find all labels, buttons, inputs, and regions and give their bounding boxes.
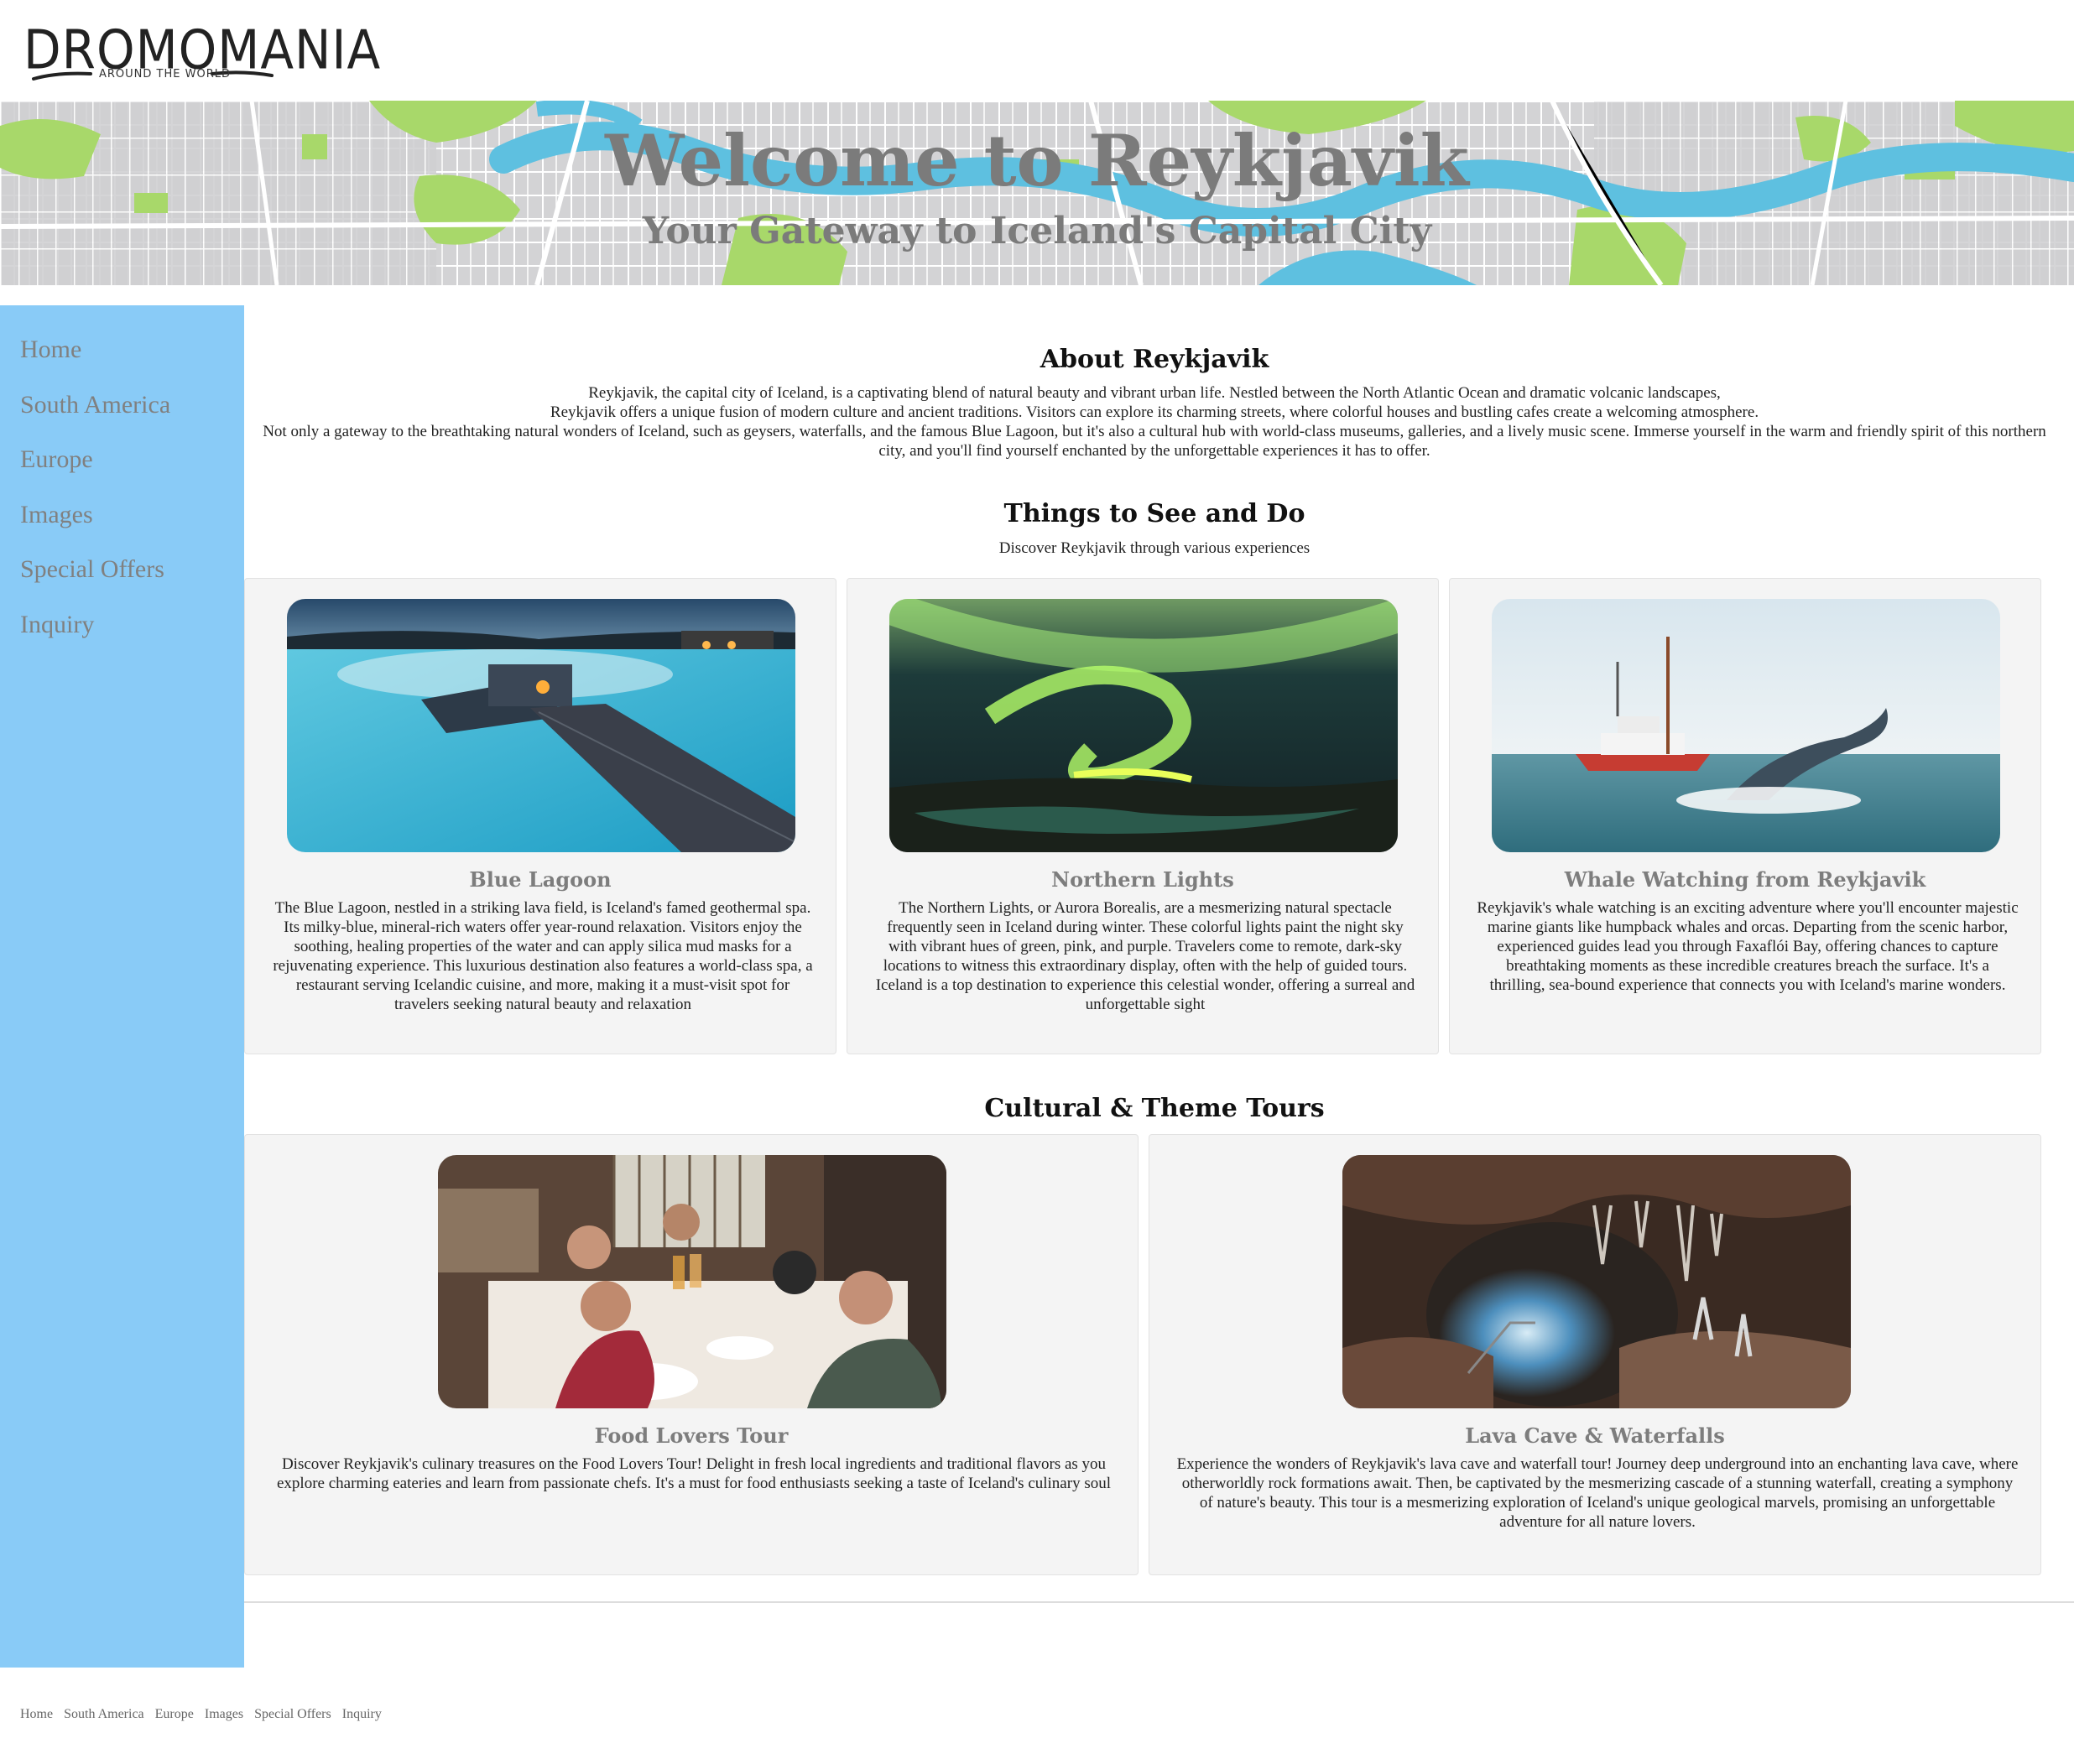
footer-link-home[interactable]: Home: [20, 1707, 53, 1721]
sidebar-item-images[interactable]: Images: [0, 487, 244, 543]
sidebar-item-special-offers[interactable]: Special Offers: [0, 542, 244, 597]
card-description: Experience the wonders of Reykjavik's la…: [1176, 1455, 2019, 1531]
food-lovers-image: [438, 1155, 946, 1408]
sidebar-item-inquiry[interactable]: Inquiry: [0, 597, 244, 653]
card-title: Northern Lights: [1051, 867, 1234, 892]
card-title: Lava Cave & Waterfalls: [1465, 1423, 1725, 1448]
sidebar-nav: Home South America Europe Images Special…: [0, 305, 244, 1668]
banner-subtitle: Your Gateway to Iceland's Capital City: [642, 210, 1432, 252]
banner-title: Welcome to Reykjavik: [605, 119, 1469, 202]
whale-watching-image: [1492, 599, 2000, 852]
card-title: Whale Watching from Reykjavik: [1564, 867, 1926, 892]
sidebar-item-home[interactable]: Home: [0, 322, 244, 377]
tours-title: Cultural & Theme Tours: [984, 1094, 1325, 1123]
things-title: Things to See and Do: [1003, 499, 1305, 528]
footer-link-south-america[interactable]: South America: [64, 1707, 144, 1721]
northern-lights-image: [889, 599, 1398, 852]
card-food-lovers-tour: Food Lovers Tour Discover Reykjavik's cu…: [244, 1134, 1139, 1575]
card-title: Food Lovers Tour: [594, 1423, 789, 1448]
card-whale-watching: Whale Watching from Reykjavik Reykjavik'…: [1449, 578, 2041, 1054]
card-title: Blue Lagoon: [469, 867, 612, 892]
about-line-3: Not only a gateway to the breathtaking n…: [263, 423, 2046, 460]
blue-lagoon-image: [287, 599, 795, 852]
footer-link-inquiry[interactable]: Inquiry: [342, 1707, 382, 1721]
card-description: The Northern Lights, or Aurora Borealis,…: [875, 899, 1415, 1013]
card-description: Reykjavik's whale watching is an excitin…: [1477, 899, 2019, 994]
sidebar-item-europe[interactable]: Europe: [0, 432, 244, 487]
card-description: Discover Reykjavik's culinary treasures …: [277, 1455, 1111, 1492]
content-divider: [244, 1601, 2074, 1603]
card-blue-lagoon: Blue Lagoon The Blue Lagoon, nestled in …: [244, 578, 836, 1054]
hero-banner: Welcome to Reykjavik Your Gateway to Ice…: [0, 101, 2074, 285]
footer-link-europe[interactable]: Europe: [155, 1707, 194, 1721]
about-title: About Reykjavik: [1040, 345, 1269, 374]
lava-cave-image: [1342, 1155, 1851, 1408]
things-subtitle: Discover Reykjavik through various exper…: [998, 539, 1311, 557]
footer-link-special-offers[interactable]: Special Offers: [254, 1707, 331, 1721]
sidebar-item-south-america[interactable]: South America: [0, 377, 244, 433]
logo-tagline: AROUND THE WORLD: [99, 68, 231, 81]
about-line-2: Reykjavik offers a unique fusion of mode…: [550, 403, 1759, 421]
brand-logo[interactable]: DROMOMANIA AROUND THE WORLD: [23, 18, 380, 86]
footer-nav: Home South America Europe Images Special…: [20, 1707, 389, 1722]
footer-link-images[interactable]: Images: [205, 1707, 243, 1721]
about-line-1: Reykjavik, the capital city of Iceland, …: [588, 384, 1721, 402]
card-description: The Blue Lagoon, nestled in a striking l…: [273, 899, 813, 1013]
card-lava-cave: Lava Cave & Waterfalls Experience the wo…: [1149, 1134, 2041, 1575]
card-northern-lights: Northern Lights The Northern Lights, or …: [847, 578, 1439, 1054]
